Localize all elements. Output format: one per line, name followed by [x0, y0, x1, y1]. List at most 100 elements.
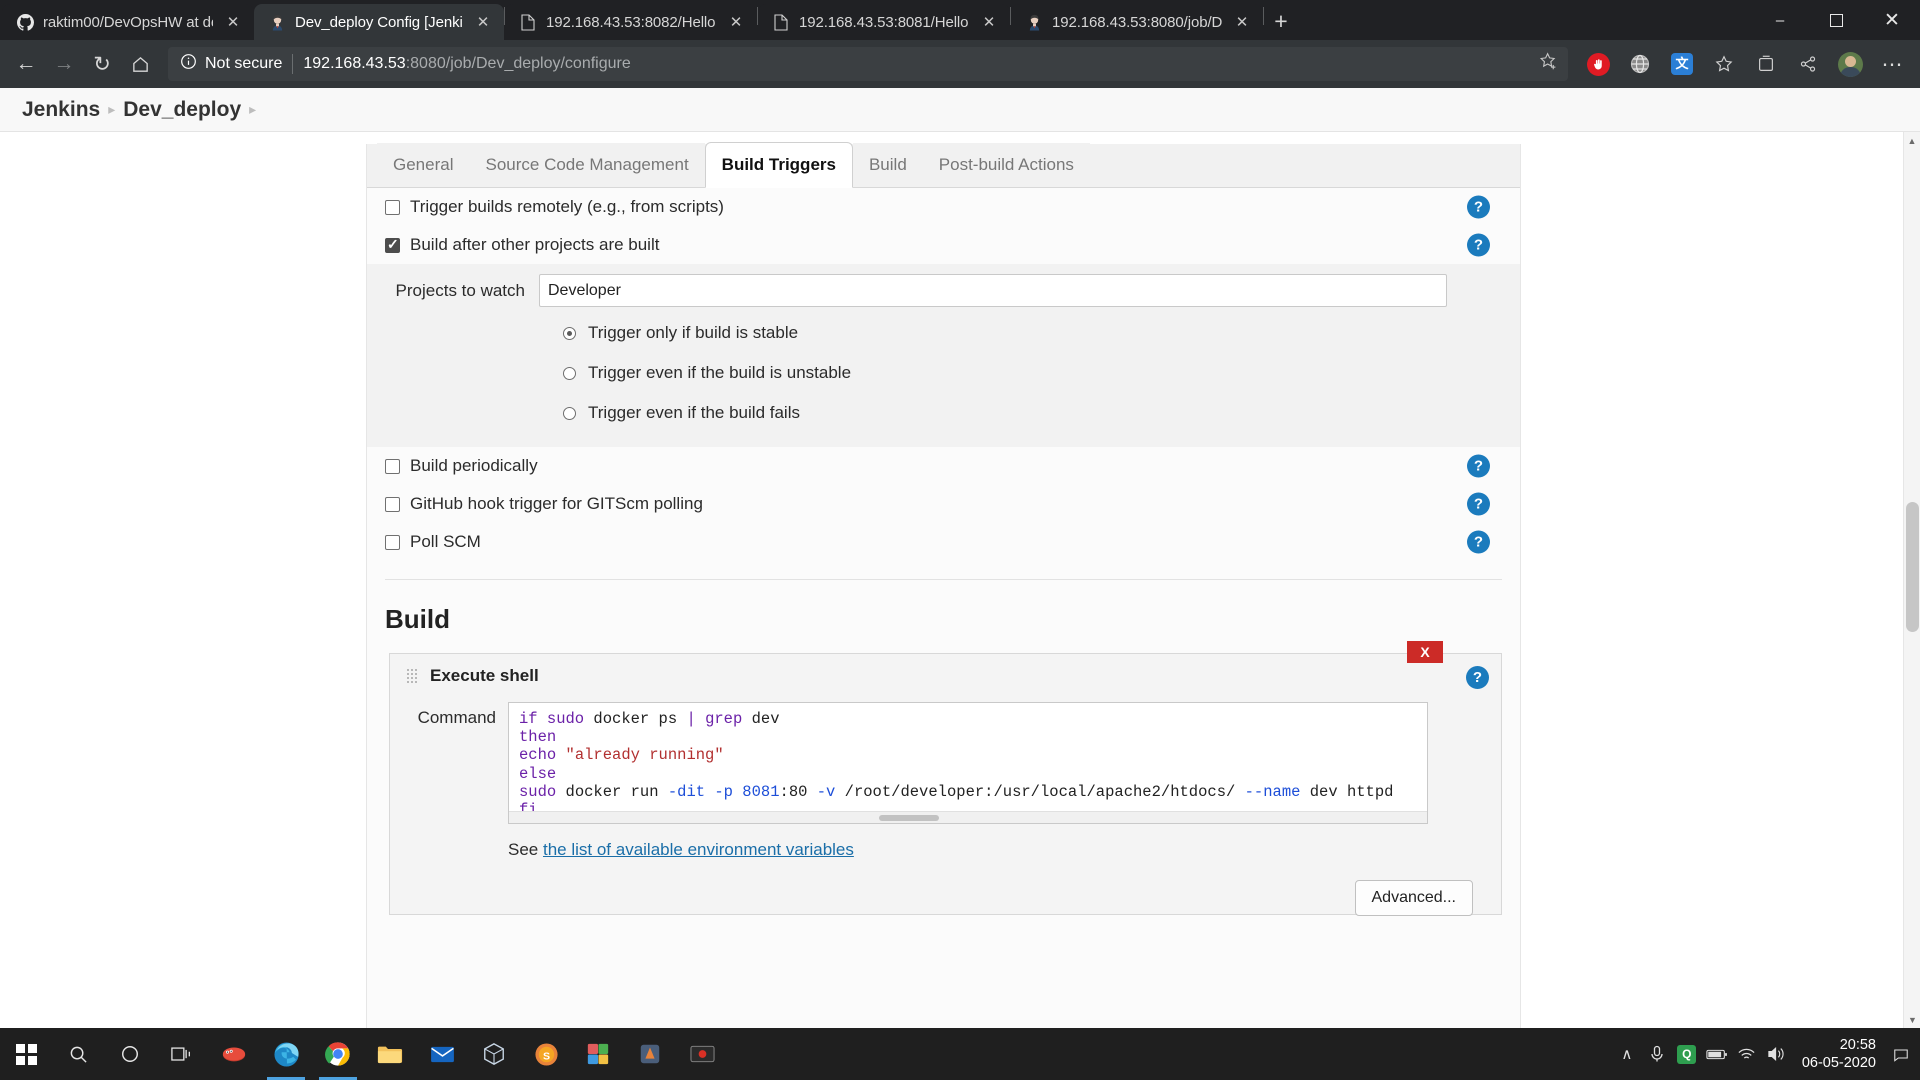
- photos-icon[interactable]: [572, 1028, 624, 1080]
- browser-tab-2[interactable]: 192.168.43.53:8082/Hello.html ✕: [505, 4, 757, 40]
- url-path: :8080/job/Dev_deploy/configure: [405, 55, 631, 72]
- back-icon[interactable]: ←: [8, 46, 44, 82]
- taskbar-clock[interactable]: 20:58 06-05-2020: [1792, 1028, 1890, 1080]
- tray-chevron-icon[interactable]: ∧: [1612, 1028, 1642, 1080]
- build-after-projects-checkbox[interactable]: [385, 236, 400, 253]
- microphone-icon[interactable]: [1642, 1028, 1672, 1080]
- adblock-icon[interactable]: [1578, 44, 1618, 84]
- address-bar[interactable]: Not secure 192.168.43.53:8080/job/Dev_de…: [168, 47, 1568, 81]
- help-icon[interactable]: ?: [1467, 492, 1490, 516]
- security-status[interactable]: Not secure: [180, 53, 282, 75]
- notification-icon[interactable]: [1890, 1028, 1912, 1080]
- poll-scm-row[interactable]: Poll SCM ?: [367, 523, 1520, 561]
- globe-icon[interactable]: [1620, 44, 1660, 84]
- tab-general[interactable]: General: [377, 143, 470, 187]
- help-icon[interactable]: ?: [1467, 195, 1490, 219]
- trigger-fails-row[interactable]: Trigger even if the build fails: [367, 393, 1520, 433]
- cortana-icon[interactable]: [104, 1028, 156, 1080]
- github-hook-checkbox[interactable]: [385, 496, 400, 512]
- page-scrollbar[interactable]: ▲ ▼: [1903, 132, 1920, 1028]
- chrome-browser-icon[interactable]: [312, 1028, 364, 1080]
- quick-access-icon[interactable]: Q: [1672, 1028, 1702, 1080]
- home-icon[interactable]: [122, 46, 158, 82]
- volume-icon[interactable]: [1762, 1028, 1792, 1080]
- scroll-up-icon[interactable]: ▲: [1904, 132, 1920, 149]
- translate-icon[interactable]: 文: [1662, 44, 1702, 84]
- edge-browser-icon[interactable]: [260, 1028, 312, 1080]
- command-label: Command: [417, 708, 496, 727]
- git-bash-icon[interactable]: [208, 1028, 260, 1080]
- command-code: if sudo docker ps | grep dev then echo "…: [519, 710, 1394, 819]
- help-icon[interactable]: ?: [1467, 233, 1490, 257]
- tab-build-triggers[interactable]: Build Triggers: [704, 142, 853, 188]
- delete-builder-button[interactable]: X: [1407, 641, 1443, 663]
- wifi-icon[interactable]: [1732, 1028, 1762, 1080]
- task-view-icon[interactable]: [156, 1028, 208, 1080]
- settings-more-icon[interactable]: ⋯: [1872, 44, 1912, 84]
- help-icon[interactable]: ?: [1467, 454, 1490, 478]
- share-icon[interactable]: [1788, 44, 1828, 84]
- tab-post-build-actions[interactable]: Post-build Actions: [922, 143, 1090, 187]
- browser-tab-1[interactable]: Dev_deploy Config [Jenkins] ✕: [254, 4, 504, 40]
- browser-tab-0[interactable]: raktim00/DevOpsHW at dev ✕: [2, 4, 254, 40]
- poll-scm-checkbox[interactable]: [385, 534, 400, 550]
- svg-text:S: S: [542, 1050, 549, 1062]
- forward-icon[interactable]: →: [46, 46, 82, 82]
- tab-build[interactable]: Build: [852, 143, 923, 187]
- maximize-button[interactable]: [1808, 0, 1864, 40]
- collections-icon[interactable]: [1746, 44, 1786, 84]
- help-icon[interactable]: ?: [1467, 530, 1490, 554]
- drag-handle-icon[interactable]: [406, 668, 418, 684]
- minimize-button[interactable]: –: [1752, 0, 1808, 40]
- tab-source-code-management[interactable]: Source Code Management: [469, 143, 705, 187]
- tab-close-button[interactable]: ✕: [725, 11, 747, 33]
- browser-tab-3[interactable]: 192.168.43.53:8081/Hello.html ✕: [758, 4, 1010, 40]
- file-explorer-icon[interactable]: [364, 1028, 416, 1080]
- refresh-icon[interactable]: ↻: [84, 46, 120, 82]
- scroll-down-icon[interactable]: ▼: [1904, 1011, 1920, 1028]
- close-button[interactable]: ✕: [1864, 0, 1920, 40]
- tab-close-button[interactable]: ✕: [222, 11, 244, 33]
- virtualbox-icon[interactable]: [468, 1028, 520, 1080]
- projects-to-watch-input[interactable]: [539, 274, 1447, 307]
- scrollbar-thumb[interactable]: [1906, 502, 1919, 632]
- poll-scm-label: Poll SCM: [410, 532, 481, 551]
- screen-recorder-icon[interactable]: [676, 1028, 728, 1080]
- trigger-remotely-checkbox[interactable]: [385, 199, 400, 215]
- trigger-remotely-row[interactable]: Trigger builds remotely (e.g., from scri…: [367, 188, 1520, 226]
- url-host: 192.168.43.53: [303, 55, 406, 72]
- build-after-projects-row[interactable]: Build after other projects are built ?: [367, 226, 1520, 264]
- github-hook-row[interactable]: GitHub hook trigger for GITScm polling ?: [367, 485, 1520, 523]
- command-horizontal-scrollbar[interactable]: [509, 811, 1427, 823]
- star-add-icon[interactable]: [1529, 52, 1558, 76]
- vlc-icon[interactable]: [624, 1028, 676, 1080]
- profile-avatar[interactable]: [1830, 44, 1870, 84]
- page-icon: [519, 13, 537, 31]
- scrollbar-thumb[interactable]: [879, 815, 939, 821]
- trigger-fails-radio[interactable]: [563, 406, 576, 420]
- trigger-stable-radio[interactable]: [563, 326, 576, 340]
- advanced-button[interactable]: Advanced...: [1354, 880, 1473, 916]
- trigger-unstable-row[interactable]: Trigger even if the build is unstable: [367, 353, 1520, 393]
- help-icon[interactable]: ?: [1466, 666, 1489, 689]
- browser-tab-4[interactable]: 192.168.43.53:8080/job/Develop ✕: [1011, 4, 1263, 40]
- command-textarea[interactable]: if sudo docker ps | grep dev then echo "…: [508, 702, 1428, 824]
- tab-close-button[interactable]: ✕: [1231, 11, 1253, 33]
- battery-icon[interactable]: [1702, 1028, 1732, 1080]
- breadcrumb-item-jenkins[interactable]: Jenkins: [22, 98, 100, 122]
- env-variables-link[interactable]: the list of available environment variab…: [543, 840, 854, 859]
- tab-close-button[interactable]: ✕: [472, 11, 494, 33]
- build-periodically-checkbox[interactable]: [385, 458, 400, 474]
- breadcrumb-item-job[interactable]: Dev_deploy: [123, 98, 241, 122]
- tab-close-button[interactable]: ✕: [978, 11, 1000, 33]
- url-text: 192.168.43.53:8080/job/Dev_deploy/config…: [303, 55, 630, 73]
- search-icon[interactable]: [52, 1028, 104, 1080]
- trigger-stable-row[interactable]: Trigger only if build is stable: [367, 313, 1520, 353]
- build-periodically-row[interactable]: Build periodically ?: [367, 447, 1520, 485]
- new-tab-button[interactable]: +: [1264, 4, 1298, 38]
- trigger-unstable-radio[interactable]: [563, 366, 576, 380]
- start-button[interactable]: [0, 1028, 52, 1080]
- mail-icon[interactable]: [416, 1028, 468, 1080]
- skype-icon[interactable]: S: [520, 1028, 572, 1080]
- favorites-icon[interactable]: [1704, 44, 1744, 84]
